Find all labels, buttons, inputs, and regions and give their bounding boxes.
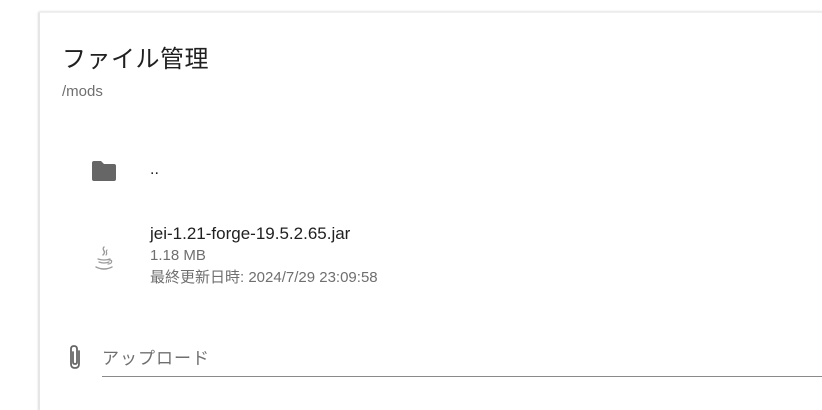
file-size: 1.18 MB — [150, 247, 206, 264]
page: ファイル管理 /mods .. jei-1.21-forge-19.5.2.65… — [0, 0, 822, 410]
current-path: /mods — [62, 83, 103, 100]
page-title: ファイル管理 — [62, 46, 209, 73]
upload-field-container[interactable]: アップロード — [62, 337, 822, 379]
file-info: jei-1.21-forge-19.5.2.65.jar 1.18 MB 最終更… — [150, 223, 378, 289]
paperclip-icon[interactable] — [64, 343, 86, 371]
file-manager-card: ファイル管理 /mods .. jei-1.21-forge-19.5.2.65… — [39, 12, 822, 410]
upload-input[interactable]: アップロード — [102, 337, 822, 377]
list-item-parent-folder[interactable]: .. — [40, 149, 822, 193]
list-item-file[interactable]: jei-1.21-forge-19.5.2.65.jar 1.18 MB 最終更… — [40, 219, 822, 299]
upload-placeholder: アップロード — [102, 349, 210, 368]
java-icon — [90, 245, 118, 273]
file-modified: 最終更新日時: 2024/7/29 23:09:58 — [150, 269, 378, 286]
parent-folder-label: .. — [150, 161, 159, 178]
folder-icon — [90, 157, 118, 185]
file-name: jei-1.21-forge-19.5.2.65.jar — [150, 224, 351, 243]
